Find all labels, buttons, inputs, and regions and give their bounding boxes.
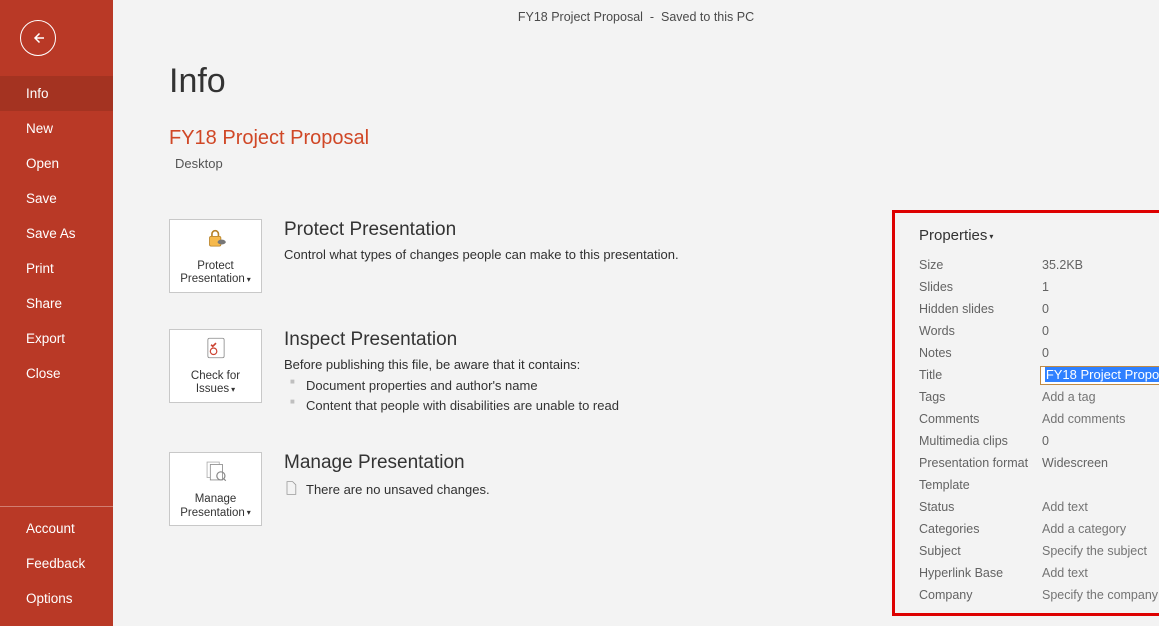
sidebar-item-print[interactable]: Print: [0, 251, 113, 286]
file-location[interactable]: Desktop: [175, 156, 789, 171]
check-for-issues-button[interactable]: Check forIssues▾: [169, 329, 262, 403]
properties-panel: Properties▾ Size35.2KBSlides1Hidden slid…: [892, 210, 1159, 616]
inspect-heading: Inspect Presentation: [284, 329, 619, 351]
inspect-desc: Before publishing this file, be aware th…: [284, 357, 619, 372]
property-row: CommentsAdd comments: [919, 408, 1159, 430]
property-row: SubjectSpecify the subject: [919, 540, 1159, 562]
back-arrow-icon: [29, 29, 47, 47]
inspect-issue-item: Content that people with disabilities ar…: [284, 396, 619, 416]
property-label: Multimedia clips: [919, 434, 1042, 448]
main-area: FY18 Project Proposal - Saved to this PC…: [113, 0, 1159, 626]
protect-section: ProtectPresentation▾ Protect Presentatio…: [169, 219, 789, 293]
property-row: Notes0: [919, 342, 1159, 364]
title-input[interactable]: FY18 Project Proposal: [1040, 366, 1159, 385]
property-value: 0: [1042, 302, 1049, 316]
property-value[interactable]: Add a category: [1042, 522, 1126, 536]
sidebar-item-close[interactable]: Close: [0, 356, 113, 391]
manage-heading: Manage Presentation: [284, 452, 490, 474]
property-value[interactable]: Add text: [1042, 500, 1088, 514]
property-label: Categories: [919, 522, 1042, 536]
file-name-heading: FY18 Project Proposal: [169, 127, 789, 150]
sidebar-item-export[interactable]: Export: [0, 321, 113, 356]
back-button[interactable]: [20, 20, 56, 56]
window-title: FY18 Project Proposal - Saved to this PC: [113, 10, 1159, 24]
sidebar-item-open[interactable]: Open: [0, 146, 113, 181]
property-row: Template: [919, 474, 1159, 496]
property-label: Size: [919, 258, 1042, 272]
inspect-issue-item: Document properties and author's name: [284, 376, 619, 396]
property-row: Slides1: [919, 276, 1159, 298]
property-label: Notes: [919, 346, 1042, 360]
sidebar-item-info[interactable]: Info: [0, 76, 113, 111]
sidebar-item-account[interactable]: Account: [0, 511, 113, 546]
lock-icon: [202, 225, 230, 256]
property-label: Title: [919, 368, 1040, 382]
property-value[interactable]: Specify the subject: [1042, 544, 1147, 558]
protect-desc: Control what types of changes people can…: [284, 247, 679, 262]
property-row: CompanySpecify the company: [919, 584, 1159, 606]
inspect-issue-list: Document properties and author's nameCon…: [284, 376, 619, 416]
property-value: 0: [1042, 434, 1049, 448]
property-value: 0: [1042, 346, 1049, 360]
property-row: Hidden slides0: [919, 298, 1159, 320]
property-value: Widescreen: [1042, 456, 1108, 470]
property-value[interactable]: Add text: [1042, 566, 1088, 580]
property-label: Tags: [919, 390, 1042, 404]
checklist-icon: [203, 335, 229, 366]
sidebar-separator: [0, 506, 113, 507]
property-label: Presentation format: [919, 456, 1042, 470]
properties-dropdown[interactable]: Properties▾: [919, 227, 1159, 244]
chevron-down-icon: ▾: [989, 232, 993, 241]
sidebar-item-share[interactable]: Share: [0, 286, 113, 321]
manage-presentation-button[interactable]: ManagePresentation▾: [169, 452, 262, 526]
property-label: Status: [919, 500, 1042, 514]
property-label: Company: [919, 588, 1042, 602]
sidebar-item-save-as[interactable]: Save As: [0, 216, 113, 251]
file-icon: [284, 480, 298, 499]
property-label: Comments: [919, 412, 1042, 426]
property-row: Multimedia clips0: [919, 430, 1159, 452]
inspect-section: Check forIssues▾ Inspect Presentation Be…: [169, 329, 789, 416]
property-row: TagsAdd a tag: [919, 386, 1159, 408]
property-row: CategoriesAdd a category: [919, 518, 1159, 540]
property-label: Words: [919, 324, 1042, 338]
property-value[interactable]: Add a tag: [1042, 390, 1096, 404]
chevron-down-icon: ▾: [247, 508, 251, 517]
sidebar-item-feedback[interactable]: Feedback: [0, 546, 113, 581]
sidebar-item-save[interactable]: Save: [0, 181, 113, 216]
property-value: 35.2KB: [1042, 258, 1083, 272]
property-row: Words0: [919, 320, 1159, 342]
property-label: Hyperlink Base: [919, 566, 1042, 580]
property-row: Hyperlink BaseAdd text: [919, 562, 1159, 584]
properties-table: Size35.2KBSlides1Hidden slides0Words0Not…: [919, 254, 1159, 606]
property-label: Subject: [919, 544, 1042, 558]
property-value: 1: [1042, 280, 1049, 294]
property-label: Slides: [919, 280, 1042, 294]
property-value: 0: [1042, 324, 1049, 338]
property-label: Hidden slides: [919, 302, 1042, 316]
manage-section: ManagePresentation▾ Manage Presentation …: [169, 452, 789, 526]
property-row: StatusAdd text: [919, 496, 1159, 518]
property-value[interactable]: Specify the company: [1042, 588, 1158, 602]
sidebar-item-new[interactable]: New: [0, 111, 113, 146]
protect-presentation-button[interactable]: ProtectPresentation▾: [169, 219, 262, 293]
page-title: Info: [169, 62, 789, 101]
chevron-down-icon: ▾: [231, 385, 235, 394]
manage-desc: There are no unsaved changes.: [306, 482, 490, 497]
sidebar-item-options[interactable]: Options: [0, 581, 113, 616]
property-row: Presentation formatWidescreen: [919, 452, 1159, 474]
property-value[interactable]: Add comments: [1042, 412, 1125, 426]
property-row: TitleFY18 Project Proposal: [919, 364, 1159, 386]
protect-heading: Protect Presentation: [284, 219, 679, 241]
property-row: Size35.2KB: [919, 254, 1159, 276]
chevron-down-icon: ▾: [247, 275, 251, 284]
backstage-sidebar: InfoNewOpenSaveSave AsPrintShareExportCl…: [0, 0, 113, 626]
manage-document-icon: [203, 458, 229, 489]
property-label: Template: [919, 478, 1042, 492]
